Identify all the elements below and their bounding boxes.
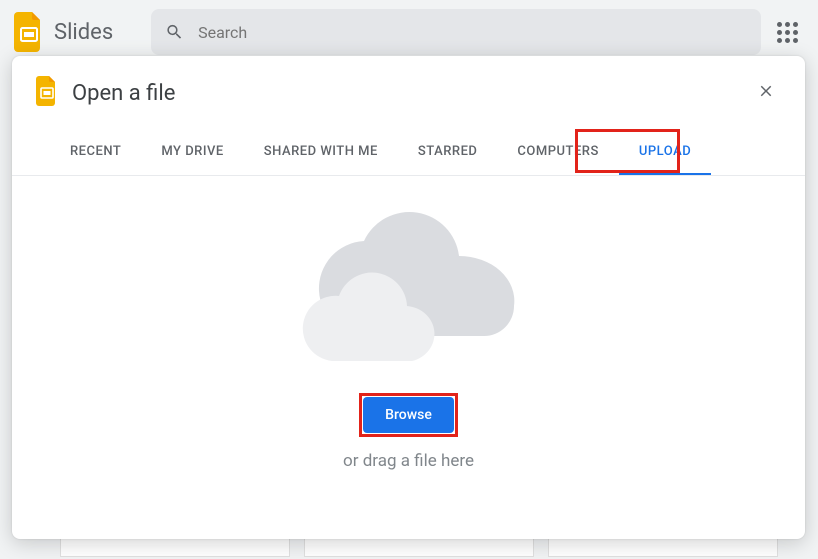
slides-app-icon[interactable] <box>14 12 44 52</box>
close-button[interactable] <box>751 76 781 110</box>
background-template-row <box>60 537 816 557</box>
drag-hint-text: or drag a file here <box>343 451 474 471</box>
close-icon <box>757 82 775 100</box>
cloud-illustration-icon <box>279 201 539 361</box>
upload-panel: Browse or drag a file here <box>12 176 805 539</box>
browse-button-wrap: Browse <box>363 397 454 433</box>
slides-file-icon <box>36 76 58 110</box>
tab-computers[interactable]: COMPUTERS <box>497 128 618 175</box>
tab-starred[interactable]: STARRED <box>398 128 498 175</box>
tab-upload[interactable]: UPLOAD <box>619 128 711 175</box>
tab-my-drive[interactable]: MY DRIVE <box>141 128 243 175</box>
modal-title: Open a file <box>72 81 175 106</box>
picker-tabs: RECENT MY DRIVE SHARED WITH ME STARRED C… <box>12 128 805 176</box>
google-apps-icon[interactable] <box>777 22 798 43</box>
search-icon <box>165 22 184 42</box>
search-bar[interactable] <box>151 9 761 55</box>
bg-card <box>304 537 534 557</box>
app-name[interactable]: Slides <box>54 20 113 45</box>
app-header: Slides <box>0 0 818 64</box>
modal-header: Open a file <box>12 56 805 128</box>
search-input[interactable] <box>198 23 747 42</box>
tab-shared-with-me[interactable]: SHARED WITH ME <box>244 128 398 175</box>
open-file-modal: Open a file RECENT MY DRIVE SHARED WITH … <box>12 56 805 539</box>
bg-card <box>548 537 778 557</box>
tab-recent[interactable]: RECENT <box>50 128 141 175</box>
bg-card <box>60 537 290 557</box>
browse-button[interactable]: Browse <box>363 397 454 433</box>
